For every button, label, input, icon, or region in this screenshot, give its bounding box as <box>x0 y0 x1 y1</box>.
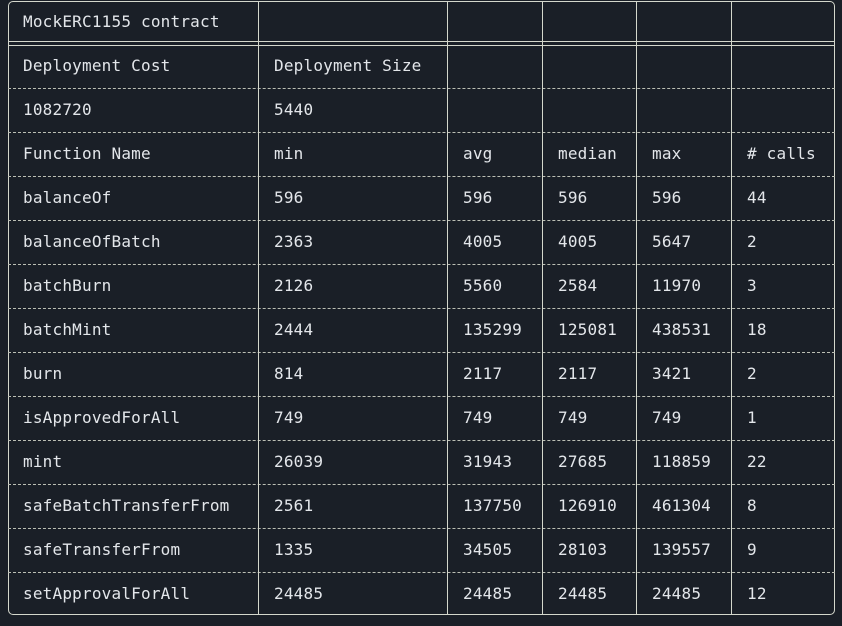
function-name-cell: balanceOfBatch <box>23 232 161 251</box>
column-header: Function Name <box>23 144 151 163</box>
table-cell: 749 <box>652 408 682 427</box>
table-cell: 31943 <box>463 452 513 471</box>
table-cell: 596 <box>274 188 304 207</box>
table-cell: 2363 <box>274 232 314 251</box>
function-name-cell: balanceOf <box>23 188 112 207</box>
table-cell: 28103 <box>558 540 608 559</box>
table-cell: 2117 <box>463 364 503 383</box>
table-cell: 2117 <box>558 364 598 383</box>
table-cell: 596 <box>463 188 493 207</box>
table-cell: 9 <box>747 540 757 559</box>
deployment-size-value: 5440 <box>274 100 314 119</box>
table-cell: 118859 <box>652 452 711 471</box>
deployment-size-header: Deployment Size <box>274 56 422 75</box>
table-cell: 1 <box>747 408 757 427</box>
column-header: min <box>274 144 304 163</box>
column-header: # calls <box>747 144 816 163</box>
function-name-cell: batchBurn <box>23 276 112 295</box>
table-cell: 125081 <box>558 320 617 339</box>
deployment-cost-header: Deployment Cost <box>23 56 171 75</box>
function-name-cell: burn <box>23 364 63 383</box>
table-cell: 596 <box>652 188 682 207</box>
table-cell: 139557 <box>652 540 711 559</box>
table-cell: 34505 <box>463 540 513 559</box>
table-cell: 22 <box>747 452 767 471</box>
table-cell: 135299 <box>463 320 522 339</box>
table-cell: 27685 <box>558 452 608 471</box>
table-cell: 8 <box>747 496 757 515</box>
table-cell: 5560 <box>463 276 503 295</box>
table-cell: 749 <box>558 408 588 427</box>
table-cell: 814 <box>274 364 304 383</box>
table-cell: 137750 <box>463 496 522 515</box>
table-cell: 1335 <box>274 540 314 559</box>
function-name-cell: mint <box>23 452 63 471</box>
function-name-cell: batchMint <box>23 320 112 339</box>
table-cell: 2584 <box>558 276 598 295</box>
table-cell: 24485 <box>463 584 513 603</box>
table-cell: 24485 <box>652 584 702 603</box>
table-cell: 24485 <box>558 584 608 603</box>
function-name-cell: setApprovalForAll <box>23 584 191 603</box>
table-cell: 18 <box>747 320 767 339</box>
table-cell: 2 <box>747 232 757 251</box>
function-name-cell: safeBatchTransferFrom <box>23 496 230 515</box>
table-cell: 2561 <box>274 496 314 515</box>
table-cell: 44 <box>747 188 767 207</box>
table-cell: 3421 <box>652 364 692 383</box>
deployment-cost-value: 1082720 <box>23 100 92 119</box>
table-cell: 2444 <box>274 320 314 339</box>
table-cell: 596 <box>558 188 588 207</box>
table-cell: 749 <box>274 408 304 427</box>
table-cell: 2126 <box>274 276 314 295</box>
table-cell: 26039 <box>274 452 324 471</box>
table-cell: 461304 <box>652 496 711 515</box>
table-cell: 4005 <box>463 232 503 251</box>
table-cell: 4005 <box>558 232 598 251</box>
table-cell: 438531 <box>652 320 711 339</box>
column-header: avg <box>463 144 493 163</box>
table-cell: 24485 <box>274 584 324 603</box>
column-header: max <box>652 144 682 163</box>
table-cell: 5647 <box>652 232 692 251</box>
table-cell: 3 <box>747 276 757 295</box>
function-name-cell: isApprovedForAll <box>23 408 181 427</box>
table-cell: 12 <box>747 584 767 603</box>
function-name-cell: safeTransferFrom <box>23 540 181 559</box>
contract-title: MockERC1155 contract <box>23 12 220 31</box>
column-header: median <box>558 144 617 163</box>
table-cell: 749 <box>463 408 493 427</box>
table-cell: 126910 <box>558 496 617 515</box>
table-cell: 2 <box>747 364 757 383</box>
table-cell: 11970 <box>652 276 702 295</box>
